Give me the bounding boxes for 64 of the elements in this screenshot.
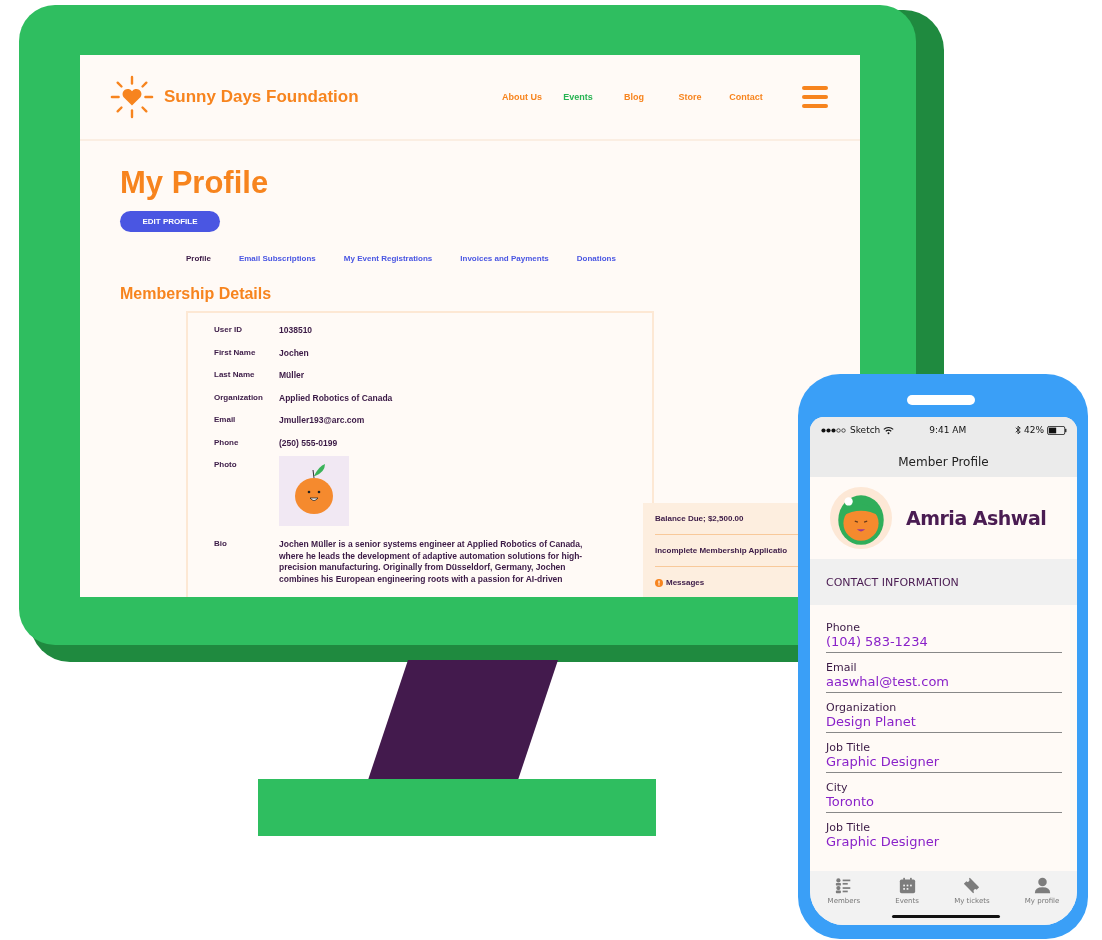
person-icon: [1033, 877, 1051, 894]
field-value: (104) 583-1234: [826, 634, 929, 649]
field-label: User ID: [214, 325, 243, 336]
people-list-icon: [835, 877, 853, 894]
battery-icon: [1047, 425, 1067, 435]
field-value: Müller: [279, 370, 306, 382]
member-name: Amria Ashwal: [906, 507, 1047, 529]
nav-link[interactable]: Store: [662, 92, 718, 102]
field-label: Organization: [826, 701, 898, 714]
field-value: 1038510: [279, 325, 314, 337]
field-value: Applied Robotics of Canada: [279, 392, 394, 404]
messages-link[interactable]: Messages: [666, 578, 705, 587]
screen-title: Member Profile: [810, 443, 1077, 477]
avatar-drawing: [830, 487, 892, 549]
tab[interactable]: Invoices and Payments: [460, 254, 549, 263]
calendar-icon: [898, 877, 916, 894]
field-label: Email: [826, 661, 858, 674]
field-label: Organization: [214, 392, 264, 404]
battery-percent: 42%: [1024, 425, 1044, 435]
site-logo[interactable]: Sunny Days Foundation: [164, 87, 359, 107]
tab[interactable]: Email Subscriptions: [238, 254, 316, 263]
field-label: Phone: [826, 621, 862, 634]
field-label: First Name: [214, 347, 257, 359]
phone-speaker: [907, 395, 975, 405]
account-notice: Incomplete Membership Applicatio: [655, 546, 788, 555]
field-label: Phone: [214, 437, 240, 449]
edit-profile-button[interactable]: EDIT PROFILE: [120, 211, 220, 232]
field-value: Graphic Designer: [826, 754, 940, 769]
field-value: Jochen Müller is a senior systems engineer at Applied Robotics of Canada, where he leads the development of adaptive automation solutions for high-precision manufacturing. Originally from Düsseldorf, Germany, Jochen combines his European engineering roots with a passion for AI-driven: [279, 539, 584, 585]
field-label: Last Name: [214, 370, 256, 381]
nav-link[interactable]: About Us: [494, 92, 550, 102]
alert-dot-icon: [655, 578, 663, 587]
field-label: City: [826, 781, 849, 794]
tab[interactable]: Profile: [186, 254, 211, 263]
field-value: Jmuller193@arc.com: [279, 415, 366, 427]
field-value: Jochen: [279, 347, 310, 359]
field-label: Job Title: [826, 741, 872, 754]
field-value: Design Planet: [826, 714, 917, 729]
signal-dots-icon: [820, 427, 847, 433]
field-label: Email: [214, 415, 237, 426]
wifi-icon: [883, 425, 895, 435]
nav-link[interactable]: Blog: [606, 92, 662, 102]
section-header: CONTACT INFORMATION: [810, 559, 1077, 605]
field-value: Graphic Designer: [826, 834, 940, 849]
tab[interactable]: My Event Registrations: [343, 254, 433, 263]
carrier-name: Sketch: [850, 425, 881, 435]
sun-heart-icon: [110, 75, 154, 119]
section-title: Membership Details: [120, 285, 273, 303]
field-label: Bio: [214, 539, 228, 550]
account-notice: Balance Due; $2,500.00: [655, 514, 744, 523]
field-value: aaswhal@test.com: [826, 674, 951, 689]
tab[interactable]: Donations: [576, 254, 616, 263]
field-value: (250) 555-0199: [279, 437, 339, 449]
photo-drawing: [279, 456, 349, 526]
field-label: Job Title: [826, 821, 872, 834]
page-title: My Profile: [120, 165, 270, 201]
menu-icon[interactable]: [802, 86, 828, 108]
field-value: Toronto: [826, 794, 875, 809]
nav-link[interactable]: Contact: [718, 92, 774, 102]
bluetooth-icon: [1015, 425, 1021, 435]
nav-link[interactable]: Events: [550, 92, 606, 102]
field-label: Photo: [214, 460, 238, 471]
ticket-icon: [963, 877, 981, 894]
status-time: 9:41 AM: [929, 425, 968, 435]
